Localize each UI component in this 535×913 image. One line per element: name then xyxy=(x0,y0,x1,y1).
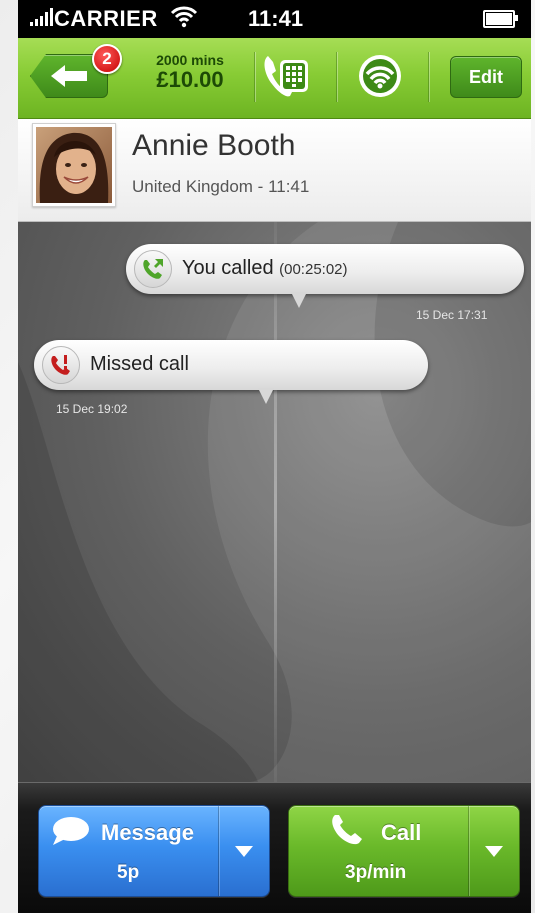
history-item-timestamp: 15 Dec 19:02 xyxy=(56,402,128,416)
phone-handset-icon xyxy=(332,815,362,845)
contact-photo xyxy=(36,127,112,203)
signal-strength-icon xyxy=(30,8,53,26)
outgoing-call-icon xyxy=(134,250,172,288)
contact-header: Annie Booth United Kingdom - 11:41 xyxy=(18,119,531,222)
phone-screen: CARRIER 11:41 2 2000 mins £10.00 Edit An… xyxy=(18,0,531,913)
chevron-down-icon xyxy=(485,846,503,857)
bubble-tail xyxy=(291,292,307,308)
history-item-missed[interactable]: Missed call xyxy=(34,340,428,404)
bottom-action-bar: Message 5p Call 3p/min xyxy=(18,782,531,913)
wifi-calling-button[interactable] xyxy=(356,52,404,100)
avatar[interactable] xyxy=(32,123,116,207)
missed-call-icon xyxy=(42,346,80,384)
call-rate: 3p/min xyxy=(345,862,407,883)
minutes-remaining: 2000 mins xyxy=(156,52,224,68)
keypad-button[interactable] xyxy=(258,50,314,102)
balance-display[interactable]: 2000 mins £10.00 xyxy=(130,52,250,93)
toolbar-divider xyxy=(254,52,255,102)
status-time: 11:41 xyxy=(248,6,304,31)
contact-location-time: United Kingdom - 11:41 xyxy=(132,177,310,196)
toolbar-divider xyxy=(336,52,337,102)
notification-badge: 2 xyxy=(92,44,122,74)
battery-icon xyxy=(483,10,518,28)
history-item-timestamp: 15 Dec 17:31 xyxy=(416,308,488,322)
credit-balance: £10.00 xyxy=(156,67,224,92)
contact-name: Annie Booth xyxy=(132,129,296,162)
speech-bubble-icon xyxy=(53,817,89,845)
edit-button[interactable]: Edit xyxy=(450,56,522,98)
call-options-dropdown[interactable] xyxy=(468,806,519,896)
message-action: Message 5p xyxy=(38,805,270,897)
call-button[interactable]: Call 3p/min xyxy=(289,806,467,896)
history-item-label: Missed call xyxy=(90,353,189,375)
chevron-down-icon xyxy=(235,846,253,857)
back-arrow-icon xyxy=(51,65,87,87)
call-label: Call xyxy=(381,820,422,845)
message-label: Message xyxy=(101,820,194,845)
phone-keypad-icon xyxy=(264,56,308,97)
call-action: Call 3p/min xyxy=(288,805,520,897)
call-history-area: You called (00:25:02) 15 Dec 17:31 Misse… xyxy=(18,222,531,782)
history-item-label: You called xyxy=(182,257,274,279)
timeline-line xyxy=(274,222,277,782)
carrier-name: CARRIER xyxy=(54,6,158,31)
message-button[interactable]: Message 5p xyxy=(39,806,217,896)
status-bar: CARRIER 11:41 xyxy=(18,0,531,38)
wifi-icon xyxy=(170,4,198,34)
bubble-tail xyxy=(258,388,274,404)
toolbar: 2 2000 mins £10.00 Edit xyxy=(18,38,531,119)
wifi-signal-icon xyxy=(359,55,401,97)
toolbar-divider xyxy=(428,52,429,102)
call-duration: (00:25:02) xyxy=(279,261,348,278)
message-rate: 5p xyxy=(117,862,140,883)
message-options-dropdown[interactable] xyxy=(218,806,269,896)
history-item-outgoing[interactable]: You called (00:25:02) xyxy=(126,244,524,308)
